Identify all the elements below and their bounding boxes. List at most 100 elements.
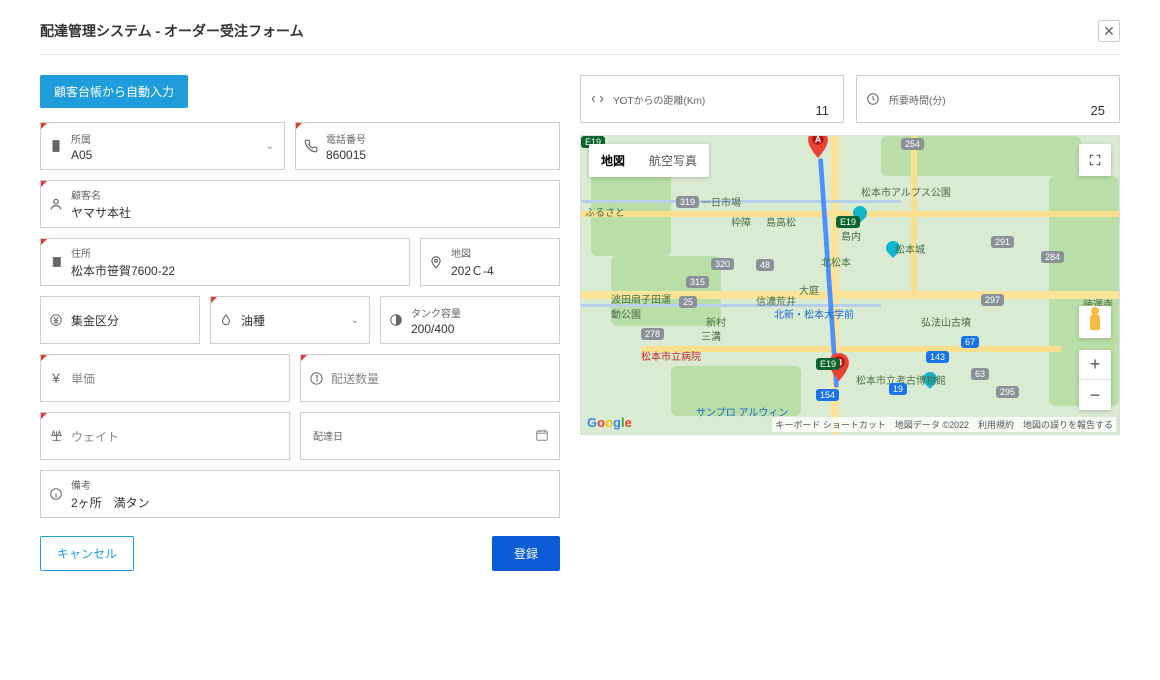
poi-label: 三溝 (701, 328, 721, 343)
poi-label: 弘法山古墳 (921, 314, 971, 329)
route-shield: 315 (686, 276, 709, 288)
route-shield: 284 (1041, 251, 1064, 263)
time-value: 25 (1091, 103, 1119, 122)
route-shield: 297 (981, 294, 1004, 306)
info-icon (41, 487, 71, 501)
pin-icon (421, 255, 451, 269)
address-book-icon (41, 255, 71, 269)
route-shield: 25 (679, 296, 697, 308)
route-shield: 63 (971, 368, 989, 380)
close-button[interactable]: ✕ (1098, 20, 1120, 42)
building-icon (41, 139, 71, 153)
customer-label: 顧客名 (71, 187, 551, 202)
autofill-from-ledger-button[interactable]: 顧客台帳から自動入力 (40, 75, 188, 108)
poi-label: 北松本 (821, 254, 851, 269)
yen-circle-icon (41, 313, 71, 327)
route-shield: 319 (676, 196, 699, 208)
quantity-field[interactable]: 配送数量 (300, 354, 560, 402)
distance-card: YOTからの距離(Km) 11 (580, 75, 844, 123)
collecttype-label: 集金区分 (71, 312, 191, 329)
poi-label: 枠障 (731, 214, 751, 229)
zoom-out-button[interactable]: − (1079, 380, 1111, 410)
order-form: 顧客台帳から自動入力 所属 A05 ⌄ 電話番号 860015 (40, 75, 560, 571)
affiliation-select[interactable]: 所属 A05 ⌄ (40, 122, 285, 170)
map-attribution: キーボード ショートカット 地図データ ©2022 利用規約 地図の誤りを報告す… (772, 417, 1116, 432)
poi-label: ふるさと (585, 204, 625, 219)
zoom-in-button[interactable]: + (1079, 350, 1111, 380)
tankcapacity-field[interactable]: タンク容量 200/400 (380, 296, 560, 344)
collecttype-select[interactable]: 集金区分 (40, 296, 200, 344)
unitprice-label: 単価 (71, 370, 281, 387)
poi-label: 一日市場 (701, 194, 741, 209)
route-shield: 48 (756, 259, 774, 271)
route-shield: E19 (816, 358, 840, 370)
route-shield: 154 (816, 389, 839, 401)
poi-label: 波田扇子田運動公園 (611, 291, 671, 321)
page-title: 配達管理システム - オーダー受注フォーム (40, 21, 304, 41)
remarks-value: 2ヶ所 満タン (71, 494, 551, 511)
deliverydate-field[interactable]: 配達日 (300, 412, 560, 460)
distance-icon (581, 92, 613, 106)
oiltype-select[interactable]: 油種 ⌄ (210, 296, 370, 344)
yen-icon: ¥ (41, 370, 71, 386)
time-card: 所要時間(分) 25 (856, 75, 1120, 123)
contrast-icon (381, 313, 411, 327)
address-value: 松本市笹賀7600-22 (71, 262, 401, 279)
unitprice-field[interactable]: ¥ 単価 (40, 354, 290, 402)
submit-button[interactable]: 登録 (492, 536, 560, 571)
oiltype-label: 油種 (241, 312, 333, 329)
weight-field[interactable]: ウェイト (40, 412, 290, 460)
poi-label: 松本市立病院 (641, 348, 701, 363)
calendar-icon (525, 428, 559, 445)
svg-text:A: A (814, 135, 821, 144)
route-shield: 67 (961, 336, 979, 348)
poi-label: 新村 (706, 314, 726, 329)
time-label: 所要時間(分) (889, 92, 1091, 107)
poi-label: 大庭 (799, 282, 819, 297)
chevron-down-icon: ⌄ (341, 315, 369, 326)
person-icon (41, 197, 71, 211)
fullscreen-button[interactable] (1079, 144, 1111, 176)
address-field[interactable]: 住所 松本市笹賀7600-22 (40, 238, 410, 286)
tankcapacity-label: タンク容量 (411, 305, 551, 320)
route-shield: 143 (926, 351, 949, 363)
scale-icon (41, 429, 71, 443)
route-shield: 295 (996, 386, 1019, 398)
cancel-button[interactable]: キャンセル (40, 536, 134, 571)
poi-label: 北新・松本大学前 (774, 306, 854, 321)
poi-label: 松本市アルプス公園 (861, 184, 951, 199)
marker-a[interactable]: A (808, 135, 828, 158)
weight-label: ウェイト (71, 428, 281, 445)
poi-label: 島内 (841, 228, 861, 243)
route-map[interactable]: A B 一日市場 枠障 島高松 島内 北松本 松本城 松本市アルプス公園 大庭 … (580, 135, 1120, 435)
route-shield: 320 (711, 258, 734, 270)
route-shield: 254 (901, 138, 924, 150)
droplet-icon (211, 313, 241, 327)
customer-field[interactable]: 顧客名 ヤマサ本社 (40, 180, 560, 228)
remarks-field[interactable]: 備考 2ヶ所 満タン (40, 470, 560, 518)
route-shield: 291 (991, 236, 1014, 248)
tankcapacity-value: 200/400 (411, 322, 551, 336)
route-shield: 19 (889, 383, 907, 395)
chevron-down-icon: ⌄ (256, 141, 284, 152)
phone-value: 860015 (326, 148, 551, 162)
distance-label: YOTからの距離(Km) (613, 92, 816, 107)
one-circle-icon (301, 371, 331, 386)
affiliation-label: 所属 (71, 131, 248, 146)
map-type-control[interactable]: 地図 航空写真 (589, 144, 709, 177)
phone-field[interactable]: 電話番号 860015 (295, 122, 560, 170)
route-shield: 278 (641, 328, 664, 340)
route-shield: E19 (836, 216, 860, 228)
phone-label: 電話番号 (326, 131, 551, 146)
poi-label: 松本城 (895, 241, 925, 256)
customer-value: ヤマサ本社 (71, 204, 551, 221)
map-type-map-button[interactable]: 地図 (589, 144, 637, 177)
remarks-label: 備考 (71, 477, 551, 492)
phone-icon (296, 139, 326, 153)
mapcode-value: 202Ｃ-4 (451, 262, 551, 279)
mapcode-field[interactable]: 地図 202Ｃ-4 (420, 238, 560, 286)
map-type-satellite-button[interactable]: 航空写真 (637, 144, 709, 177)
affiliation-value: A05 (71, 148, 248, 162)
distance-value: 11 (816, 103, 844, 122)
pegman-button[interactable] (1079, 306, 1111, 338)
